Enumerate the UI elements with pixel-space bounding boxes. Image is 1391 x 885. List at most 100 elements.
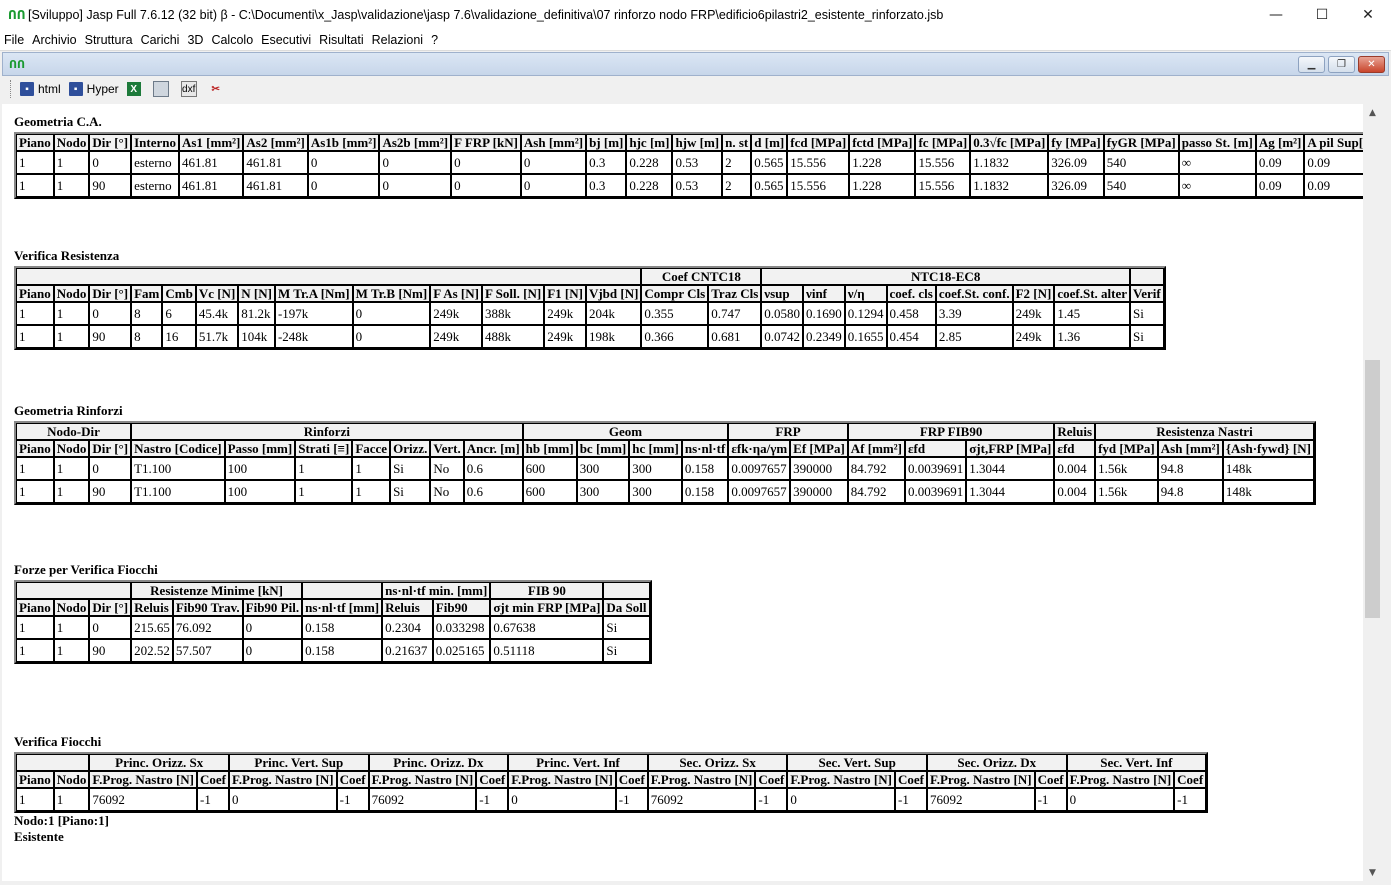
table-cell: 0.0097657 xyxy=(728,457,791,480)
scroll-up-icon[interactable]: ▲ xyxy=(1364,104,1381,121)
table-cell: 0.747 xyxy=(708,302,762,325)
fiocchi-table: Princ. Orizz. Sx Princ. Vert. Sup Princ.… xyxy=(14,752,1209,813)
toolbar-grip[interactable] xyxy=(10,80,14,98)
export-html-label: html xyxy=(38,82,61,96)
export-html-button[interactable]: ▪ html xyxy=(20,82,61,96)
child-close-button[interactable]: ✕ xyxy=(1358,55,1385,73)
table-row: 1 1 0 215.65 76.092 0 0.158 0.2304 0.033298 0.676… xyxy=(16,616,650,639)
menu-file[interactable]: File xyxy=(0,33,28,47)
scroll-down-icon[interactable]: ▼ xyxy=(1364,864,1381,881)
table-cell: 1 xyxy=(16,457,54,480)
table-cell: 1.36 xyxy=(1054,325,1131,348)
footer-nodo: Nodo:1 [Piano:1] xyxy=(14,813,109,828)
table-cell: 0.158 xyxy=(302,639,383,662)
table-cell: 0.3 xyxy=(586,151,627,174)
menu-relazioni[interactable]: Relazioni xyxy=(368,33,427,47)
column-header: fctd [MPa] xyxy=(849,134,916,151)
table-cell: Si xyxy=(603,616,650,639)
child-window-bar: ՈՈ ▁ ❐ ✕ xyxy=(2,52,1389,76)
child-restore-button[interactable]: ❐ xyxy=(1328,55,1355,73)
menu-3d[interactable]: 3D xyxy=(183,33,207,47)
table-cell: 1 xyxy=(53,325,90,348)
column-header: M Tr.B [Nm] xyxy=(352,285,431,302)
column-header: F Soll. [N] xyxy=(481,285,545,302)
group-header-empty xyxy=(603,582,650,599)
table-cell: 0.004 xyxy=(1054,457,1096,480)
table-cell: 1 xyxy=(16,151,54,174)
table-cell: Si xyxy=(390,480,431,503)
column-header: ns·nl·tf xyxy=(681,440,729,457)
menu-struttura[interactable]: Struttura xyxy=(81,33,137,47)
table-cell: 1 xyxy=(16,788,54,811)
table-cell: 8 xyxy=(131,302,163,325)
child-minimize-button[interactable]: ▁ xyxy=(1298,55,1325,73)
group-header: FIB 90 xyxy=(490,582,604,599)
excel-button[interactable]: X xyxy=(126,82,145,96)
print-button[interactable] xyxy=(152,81,173,97)
maximize-button[interactable]: ☐ xyxy=(1299,0,1345,30)
menu-archivio[interactable]: Archivio xyxy=(28,33,80,47)
table-cell: 249k xyxy=(430,325,482,348)
table-cell: 0.09 xyxy=(1304,151,1363,174)
table-row: 1 1 90 8 16 51.7k 104k -248k 0 249k 488k 249k 198k 0.… xyxy=(16,325,1164,348)
column-header: F.Prog. Nastro [N] xyxy=(508,771,616,788)
group-header: Sec. Orizz. Sx xyxy=(647,754,788,771)
table-cell: 0 xyxy=(352,302,431,325)
close-button[interactable]: ✕ xyxy=(1345,0,1391,30)
table-cell: 15.556 xyxy=(787,151,850,174)
menu-help[interactable]: ? xyxy=(427,33,442,47)
child-app-icon: ՈՈ xyxy=(9,57,26,71)
column-header: F FRP [kN] xyxy=(451,134,521,151)
table-cell: 0.6 xyxy=(463,457,523,480)
column-header: Af [mm²] xyxy=(847,440,905,457)
table-cell: 2.85 xyxy=(935,325,1013,348)
table-cell: 1.228 xyxy=(849,151,916,174)
table-cell: 600 xyxy=(522,480,577,503)
table-cell: 540 xyxy=(1103,174,1179,197)
table-cell: 198k xyxy=(585,325,642,348)
table-cell: 0.004 xyxy=(1054,480,1096,503)
column-header: F.Prog. Nastro [N] xyxy=(787,771,895,788)
table-cell: -1 xyxy=(336,788,369,811)
table-cell: 15.556 xyxy=(915,151,971,174)
column-header: {Ash·fywd} [N] xyxy=(1222,440,1314,457)
column-header: εfd xyxy=(1054,440,1096,457)
group-header: Princ. Vert. Sup xyxy=(229,754,369,771)
table-cell: 0.158 xyxy=(302,616,383,639)
footer-stato: Esistente xyxy=(14,829,64,844)
export-hyper-button[interactable]: ▪ Hyper xyxy=(68,82,119,96)
dxf-button[interactable]: dxf xyxy=(180,81,201,97)
column-header: Nodo xyxy=(53,285,90,302)
table-cell: 0.158 xyxy=(681,480,729,503)
table-cell: 0.454 xyxy=(886,325,936,348)
table-cell: 1 xyxy=(53,639,90,662)
table-cell: 0 xyxy=(307,174,380,197)
table-row: 1 1 0 esterno 461.81 461.81 0 0 0 0 0.3 0.228 0.53 2 0… xyxy=(16,151,1363,174)
column-header: N [N] xyxy=(238,285,275,302)
table-row: 1 1 0 T1.100 100 1 1 Si No 0.6 600 300 300 0.158 0.009… xyxy=(16,457,1314,480)
table-cell: 300 xyxy=(576,480,630,503)
menu-calcolo[interactable]: Calcolo xyxy=(207,33,257,47)
table-cell: 1 xyxy=(53,788,90,811)
minimize-button[interactable]: — xyxy=(1253,0,1299,30)
section-title: Forze per Verifica Fiocchi xyxy=(14,562,158,577)
table-cell: 0.565 xyxy=(751,151,788,174)
table-cell: esterno xyxy=(131,174,179,197)
vertical-scrollbar[interactable]: ▲ ▼ xyxy=(1364,104,1381,881)
menu-carichi[interactable]: Carichi xyxy=(137,33,184,47)
scroll-thumb[interactable] xyxy=(1365,360,1380,618)
table-cell: 51.7k xyxy=(195,325,239,348)
column-header: F.Prog. Nastro [N] xyxy=(229,771,337,788)
table-cell: 0.09 xyxy=(1304,174,1363,197)
menu-risultati[interactable]: Risultati xyxy=(315,33,367,47)
table-cell: 1.56k xyxy=(1095,457,1158,480)
menu-esecutivi[interactable]: Esecutivi xyxy=(257,33,315,47)
settings-button[interactable]: ✂ xyxy=(209,82,227,96)
report-area[interactable]: Geometria C.A. Piano Nodo Dir [°] Interno As… xyxy=(2,104,1363,881)
section-fiocchi: Verifica Fiocchi Princ. Orizz. Sx Princ.… xyxy=(2,734,1209,845)
table-cell: -1 xyxy=(615,788,648,811)
column-header: F1 [N] xyxy=(544,285,586,302)
table-cell: -1 xyxy=(894,788,927,811)
column-header: fyGR [MPa] xyxy=(1103,134,1179,151)
table-cell: No xyxy=(430,457,464,480)
